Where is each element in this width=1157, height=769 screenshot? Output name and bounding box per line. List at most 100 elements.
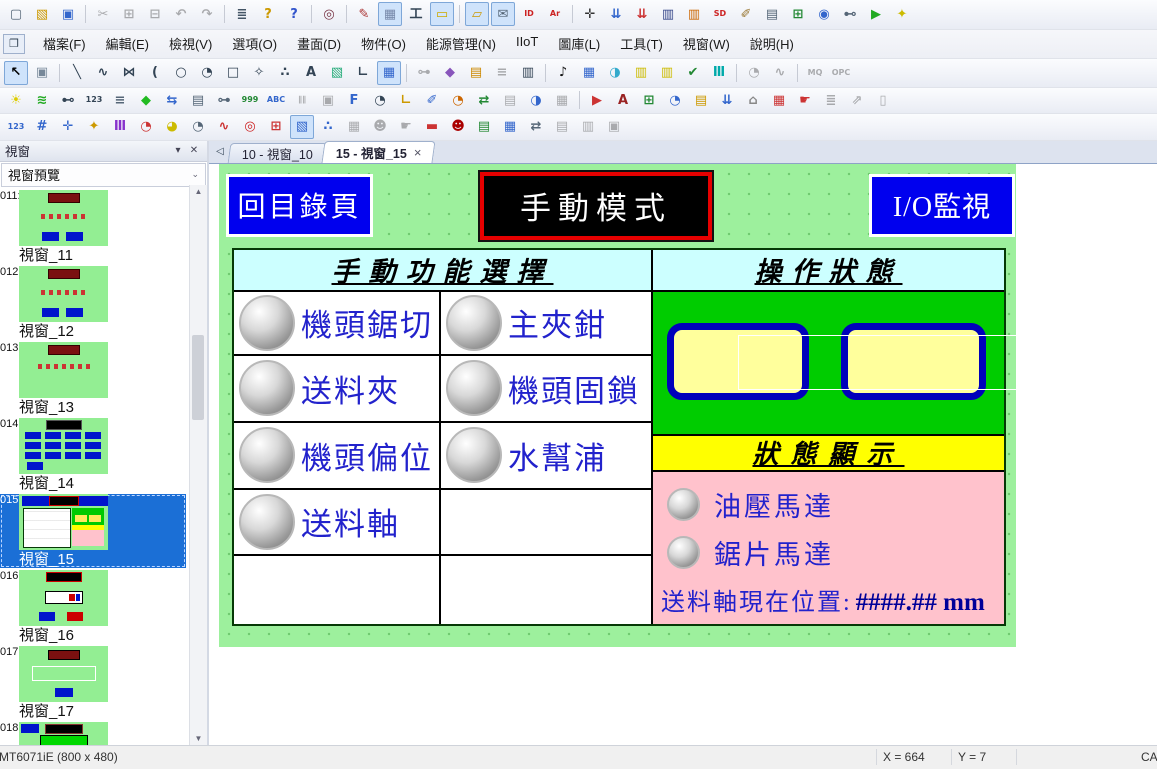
sidebar-item-window-16[interactable]: 016: 視窗_16 [0, 570, 186, 644]
window-preview-icon[interactable]: ▭ [430, 2, 454, 26]
target-icon[interactable]: ◎ [238, 115, 262, 139]
pages-icon[interactable]: ▥ [629, 61, 653, 85]
new-file-icon[interactable]: ▢ [4, 2, 28, 26]
object-properties-icon[interactable]: ▣ [30, 61, 54, 85]
user-icon[interactable]: ☻ [446, 115, 470, 139]
word-monitor-icon[interactable]: # [30, 115, 54, 139]
numeric-monitor-icon[interactable]: 123 [4, 115, 28, 139]
set-word-icon[interactable]: 123 [82, 88, 106, 112]
snap-icon[interactable]: 工 [404, 2, 428, 26]
indicator-lamp[interactable] [446, 360, 502, 416]
sidebar-item-window-14[interactable]: 014: 視窗_14 [0, 418, 186, 492]
select-arrow-icon[interactable]: ↖ [4, 61, 28, 85]
analog-clock-icon[interactable]: ◔ [186, 115, 210, 139]
doc-b-icon[interactable]: ▥ [576, 115, 600, 139]
bar-graph-icon[interactable]: ∟ [394, 88, 418, 112]
tab-window-15[interactable]: 15 - 視窗_15 × [321, 141, 436, 163]
pipe-icon[interactable]: ⊶ [412, 61, 436, 85]
indicator-lamp[interactable] [239, 427, 295, 483]
flow-block-icon[interactable]: ✦ [82, 115, 106, 139]
tab-window-10[interactable]: 10 - 視窗_10 [228, 143, 328, 163]
database-icon[interactable]: ▯ [871, 88, 895, 112]
menu-tool[interactable]: 工具(T) [610, 31, 673, 56]
scrollbar-thumb[interactable] [192, 335, 204, 420]
function-cell[interactable] [234, 556, 441, 624]
word-lamp-icon[interactable]: ≋ [30, 88, 54, 112]
printer-alt-icon[interactable]: ≣ [819, 88, 843, 112]
help-icon[interactable]: ? [256, 2, 280, 26]
manual-function-header[interactable]: 手動功能選擇 [234, 250, 653, 292]
hand-pointer-icon[interactable]: ☛ [394, 115, 418, 139]
print-icon[interactable]: ≣ [230, 2, 254, 26]
find-icon[interactable]: ◎ [317, 2, 341, 26]
doc-a-icon[interactable]: ▤ [550, 115, 574, 139]
touch-gesture-icon[interactable]: ☛ [793, 88, 817, 112]
function-cell[interactable] [441, 490, 653, 556]
picture-library-icon[interactable]: ▤ [464, 61, 488, 85]
move-object-icon[interactable]: ✛ [56, 115, 80, 139]
window-thumbnail[interactable] [19, 342, 108, 398]
copy-icon[interactable]: ⊞ [117, 2, 141, 26]
offline-simulation-icon[interactable]: ▥ [656, 2, 680, 26]
sidebar-item-window-12[interactable]: 012: 視窗_12 [0, 266, 186, 340]
grid-icon[interactable]: ▦ [378, 2, 402, 26]
menu-library[interactable]: 圖庫(L) [548, 31, 610, 56]
polygon-icon[interactable]: ✧ [247, 61, 271, 85]
bit-lamp-icon[interactable]: ☀ [4, 88, 28, 112]
mqtt-icon[interactable]: MQ [803, 61, 827, 85]
panel-scrollbar[interactable]: ▲ ▼ [189, 185, 207, 745]
dot-burst-icon[interactable]: ∴ [273, 61, 297, 85]
function-cell[interactable]: 送料夾 [234, 356, 441, 423]
recipe-csv-icon[interactable]: ▤ [760, 2, 784, 26]
function-cell[interactable]: 機頭鋸切 [234, 292, 441, 356]
text-icon[interactable]: A [299, 61, 323, 85]
polyline-icon[interactable]: ⋈ [117, 61, 141, 85]
menu-file[interactable]: 檔案(F) [33, 31, 96, 56]
ellipse-icon[interactable]: ○ [169, 61, 193, 85]
picture-view-icon[interactable]: ▧ [290, 115, 314, 139]
scatter-icon[interactable]: ∴ [316, 115, 340, 139]
scroll-up-icon[interactable]: ▲ [195, 187, 203, 196]
value-display-1[interactable] [667, 323, 809, 400]
flag-icon[interactable]: ▶ [585, 88, 609, 112]
font-a-icon[interactable]: A [611, 88, 635, 112]
shape-list-icon[interactable]: ≡ [490, 61, 514, 85]
feed-axis-position[interactable]: 送料軸現在位置: ####.## mm [653, 576, 1004, 617]
sidebar-item-window-11[interactable]: 011: 視窗_11 [0, 190, 186, 264]
back-to-menu-button[interactable]: 回目錄頁 [226, 174, 373, 237]
indicator-lamp[interactable] [239, 494, 295, 550]
usb-icon[interactable]: ⊷ [838, 2, 862, 26]
redo-icon[interactable]: ↷ [195, 2, 219, 26]
picture-icon[interactable]: ▧ [325, 61, 349, 85]
media-icon[interactable]: ◑ [603, 61, 627, 85]
energy-demand-icon[interactable]: ∿ [768, 61, 792, 85]
function-cell[interactable]: 送料軸 [234, 490, 441, 556]
red-bar-icon[interactable]: ▬ [420, 115, 444, 139]
paste-icon[interactable]: ⊟ [143, 2, 167, 26]
font-icon[interactable]: Ar [543, 2, 567, 26]
window-preview-dropdown[interactable]: 視窗預覽 ⌄ [1, 163, 206, 187]
line-icon[interactable]: ╲ [65, 61, 89, 85]
download-stop-icon[interactable]: ⇊ [630, 2, 654, 26]
address-table-icon[interactable]: ⊞ [786, 2, 810, 26]
media-player-icon[interactable]: ◑ [524, 88, 548, 112]
layers-icon[interactable]: ≡ [108, 88, 132, 112]
note-icon[interactable]: ▤ [498, 88, 522, 112]
menu-energy[interactable]: 能源管理(N) [416, 31, 506, 56]
window-thumbnail[interactable] [19, 494, 108, 550]
home-icon[interactable]: ⌂ [741, 88, 765, 112]
pie-chart-icon[interactable]: ◕ [160, 115, 184, 139]
building-icon[interactable]: ▦ [550, 88, 574, 112]
menu-view[interactable]: 檢視(V) [159, 31, 222, 56]
panel-close-icon[interactable]: ✕ [186, 145, 202, 156]
online-simulation-icon[interactable]: ▥ [682, 2, 706, 26]
menu-screen[interactable]: 畫面(D) [287, 31, 351, 56]
bar-chart-icon[interactable]: Ⅲ [108, 115, 132, 139]
grid-alt-icon[interactable]: ▦ [342, 115, 366, 139]
doc-download-icon[interactable]: ⇊ [715, 88, 739, 112]
arc-icon[interactable]: ( [143, 61, 167, 85]
context-help-icon[interactable]: ? [282, 2, 306, 26]
window-thumbnail[interactable] [19, 570, 108, 626]
status-lamp-row[interactable]: 鋸片馬達 [653, 528, 1004, 576]
group-select-icon[interactable]: ▣ [316, 88, 340, 112]
